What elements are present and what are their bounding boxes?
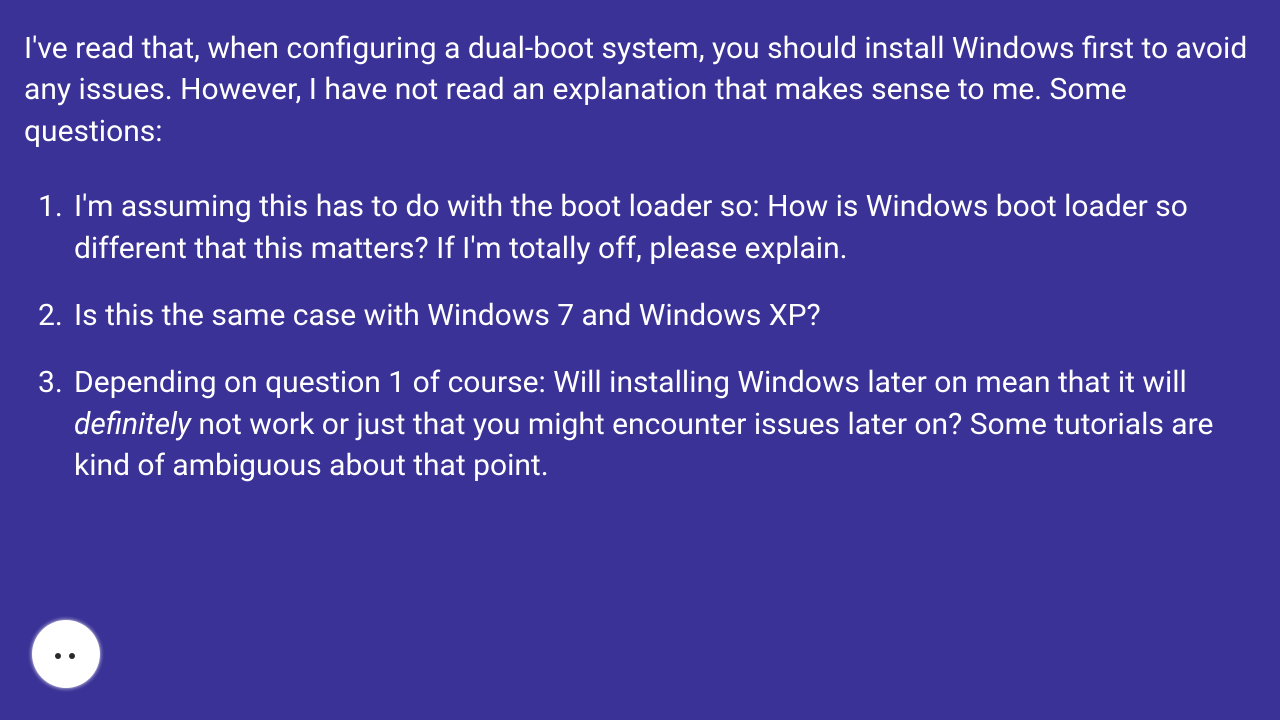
list-item-text-post: not work or just that you might encounte…	[74, 407, 1213, 483]
list-item: Depending on question 1 of course: Will …	[74, 362, 1256, 486]
avatar-face-icon	[32, 620, 100, 688]
list-item-text-pre: Depending on question 1 of course: Will …	[74, 365, 1187, 400]
list-item-text-italic: definitely	[74, 407, 191, 442]
intro-paragraph: I've read that, when configuring a dual-…	[24, 28, 1256, 152]
list-item: I'm assuming this has to do with the boo…	[74, 186, 1256, 269]
list-item: Is this the same case with Windows 7 and…	[74, 295, 1256, 336]
question-list: I'm assuming this has to do with the boo…	[24, 186, 1256, 486]
avatar	[32, 620, 100, 688]
